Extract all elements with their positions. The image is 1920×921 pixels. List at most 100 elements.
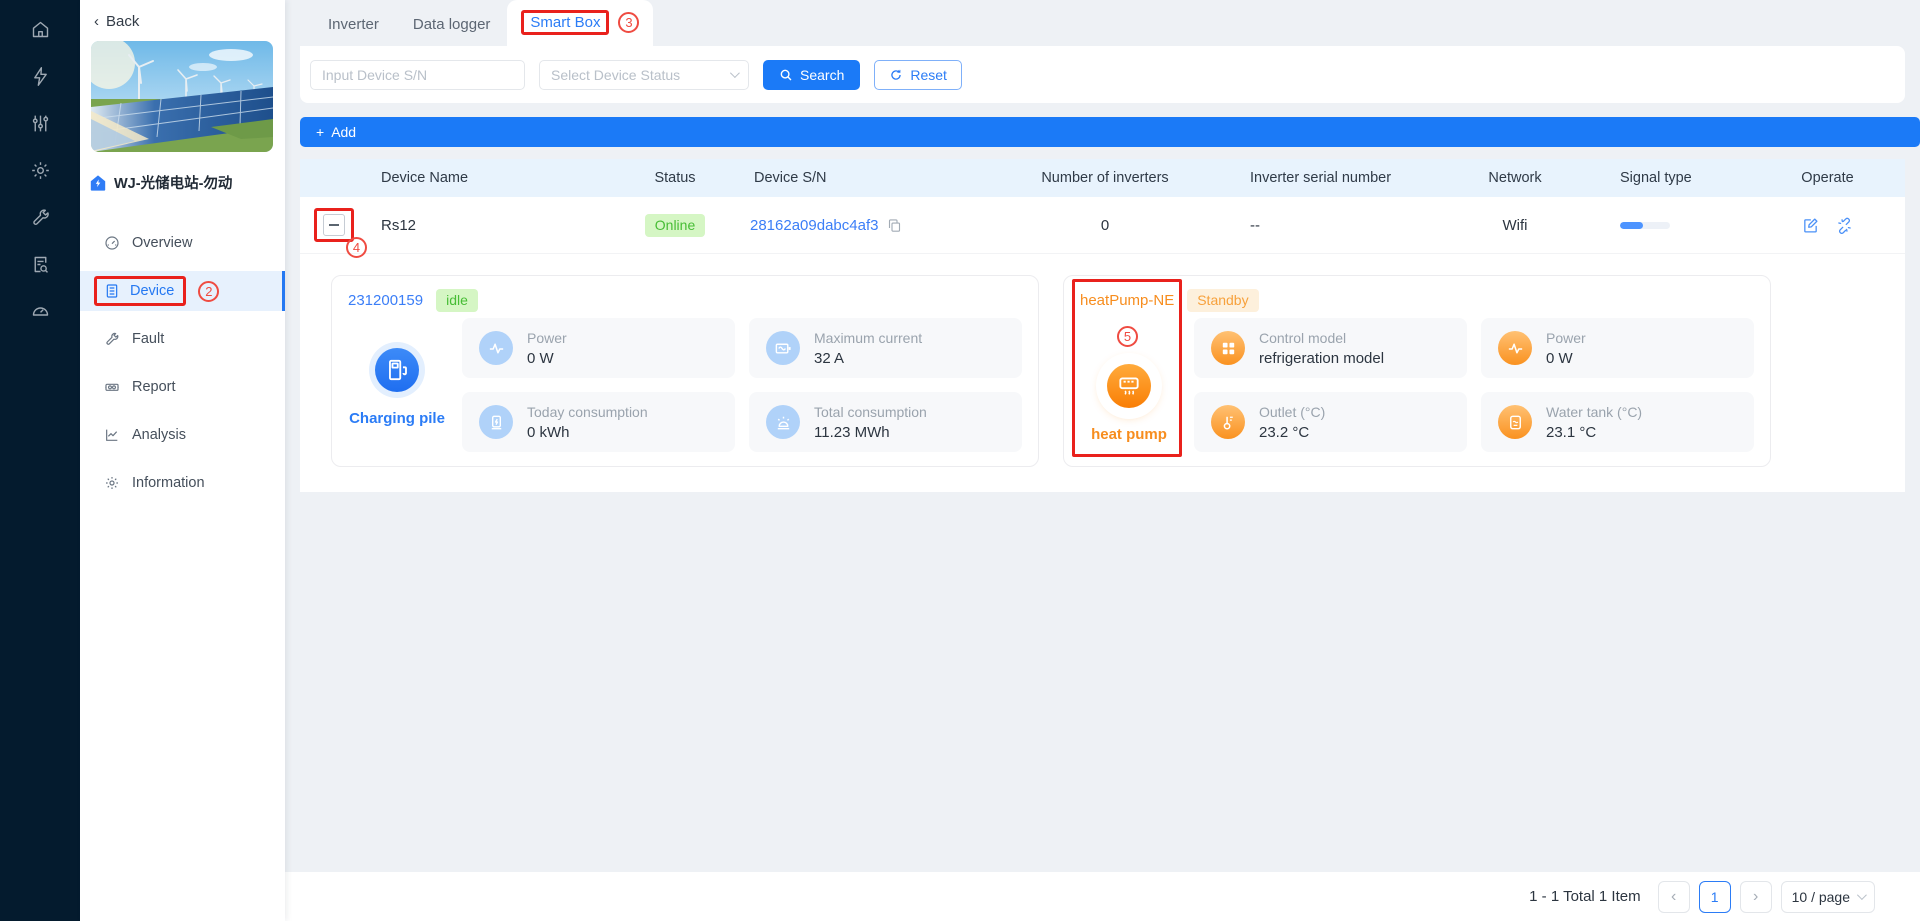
search-icon bbox=[779, 68, 793, 82]
page-size-select[interactable]: 10 / page bbox=[1781, 881, 1875, 913]
sidebar-item-label: Analysis bbox=[132, 427, 186, 443]
stat-total-consumption: Total consumption11.23 MWh bbox=[749, 392, 1022, 452]
page-number: 1 bbox=[1711, 889, 1719, 905]
sidebar-item-analysis[interactable]: Analysis bbox=[80, 415, 285, 455]
stat-value: refrigeration model bbox=[1259, 350, 1384, 367]
column-inverter-serial: Inverter serial number bbox=[1200, 170, 1445, 186]
station-name: WJ-光储电站-勿动 bbox=[114, 172, 232, 193]
prev-page-button[interactable]: ‹ bbox=[1658, 881, 1690, 913]
file-search-icon[interactable] bbox=[0, 241, 80, 288]
main-content: Inverter Data logger Smart Box 3 Select … bbox=[285, 0, 1920, 921]
sliders-icon[interactable] bbox=[0, 100, 80, 147]
stat-label: Water tank (°C) bbox=[1546, 404, 1642, 420]
current-meter-icon bbox=[766, 331, 800, 365]
device-type-tabs: Inverter Data logger Smart Box 3 bbox=[285, 0, 1920, 46]
sidebar-item-report[interactable]: Report bbox=[80, 367, 285, 407]
reset-button[interactable]: Reset bbox=[874, 60, 962, 90]
stat-grid: Power 0 W Maximum current32 A Today consu… bbox=[462, 318, 1022, 452]
card-header: heatPump-NE Standby bbox=[1064, 288, 1754, 312]
sidebar-menu: Overview Device 2 Fault Report Analysis bbox=[80, 223, 285, 503]
gear-icon[interactable] bbox=[0, 147, 80, 194]
column-operate: Operate bbox=[1750, 170, 1905, 186]
operate-cell bbox=[1750, 217, 1905, 234]
stat-label: Power bbox=[527, 330, 567, 346]
gauge-icon[interactable] bbox=[0, 288, 80, 335]
tab-smart-box[interactable]: Smart Box 3 bbox=[507, 0, 653, 46]
sidebar-item-fault[interactable]: Fault bbox=[80, 319, 285, 359]
page-size-value: 10 / page bbox=[1792, 889, 1850, 905]
sidebar-item-overview[interactable]: Overview bbox=[80, 223, 285, 263]
card-body: heat pump Control model refrigeration mod… bbox=[1064, 318, 1754, 452]
table-header: Device Name Status Device S/N Number of … bbox=[300, 159, 1905, 197]
annotation-box-device: Device bbox=[94, 276, 186, 306]
pagination-bar: 1 - 1 Total 1 Item ‹ 1 › 10 / page bbox=[285, 872, 1920, 921]
stat-value: 23.2 °C bbox=[1259, 424, 1325, 441]
stat-grid: Control model refrigeration model Power0 … bbox=[1194, 318, 1754, 452]
stat-label: Today consumption bbox=[527, 404, 648, 420]
station-photo bbox=[91, 41, 273, 152]
stat-label: Control model bbox=[1259, 330, 1384, 346]
stat-value: 0 W bbox=[527, 350, 567, 367]
annotation-badge-4: 4 bbox=[346, 237, 367, 258]
search-button[interactable]: Search bbox=[763, 60, 860, 90]
tab-label: Smart Box bbox=[530, 14, 600, 31]
device-status-select[interactable]: Select Device Status bbox=[539, 60, 749, 90]
device-type-label: heat pump bbox=[1091, 426, 1167, 443]
icon-rail bbox=[0, 0, 80, 921]
add-button[interactable]: + Add bbox=[300, 117, 1920, 147]
chevron-down-icon bbox=[730, 68, 740, 78]
sidebar-item-information[interactable]: Information bbox=[80, 463, 285, 503]
device-list-icon bbox=[104, 283, 120, 299]
stat-label: Outlet (°C) bbox=[1259, 404, 1325, 420]
unbind-link-icon[interactable] bbox=[1836, 217, 1853, 234]
stat-label: Maximum current bbox=[814, 330, 922, 346]
device-sn-link[interactable]: 28162a09dabc4af3 bbox=[750, 217, 878, 234]
inverter-serial-cell: -- bbox=[1200, 217, 1445, 234]
page-1-button[interactable]: 1 bbox=[1699, 881, 1731, 913]
pagination-summary: 1 - 1 Total 1 Item bbox=[1529, 888, 1640, 905]
select-placeholder: Select Device Status bbox=[551, 67, 680, 83]
add-button-label: Add bbox=[331, 124, 356, 140]
app-window: ‹ Back bbox=[0, 0, 1920, 921]
device-sn-cell: 28162a09dabc4af3 bbox=[750, 217, 1010, 234]
stat-maximum-current: Maximum current32 A bbox=[749, 318, 1022, 378]
sidebar-item-label: Device bbox=[130, 283, 174, 299]
edit-icon[interactable] bbox=[1802, 217, 1819, 234]
table-row: 4 Rs12 Online 28162a09dabc4af3 0 -- Wifi bbox=[300, 197, 1905, 254]
home-icon[interactable] bbox=[0, 6, 80, 53]
device-card-charging-pile: 231200159 idle Charging pile bbox=[331, 275, 1039, 467]
network-cell: Wifi bbox=[1445, 217, 1585, 234]
pulse-icon bbox=[479, 331, 513, 365]
grid-mode-icon bbox=[1211, 331, 1245, 365]
column-device-name: Device Name bbox=[354, 170, 600, 186]
annotation-badge-5: 5 bbox=[1117, 326, 1138, 347]
stat-power: Power0 W bbox=[1481, 318, 1754, 378]
information-gear-icon bbox=[104, 475, 120, 491]
card-header: 231200159 idle bbox=[332, 288, 1022, 312]
tab-data-logger[interactable]: Data logger bbox=[396, 4, 508, 46]
back-button[interactable]: ‹ Back bbox=[80, 0, 285, 30]
status-badge: Standby bbox=[1187, 289, 1258, 312]
tab-inverter[interactable]: Inverter bbox=[311, 4, 396, 46]
content-spacer bbox=[285, 492, 1920, 872]
tab-label: Inverter bbox=[328, 16, 379, 33]
inverter-count-cell: 0 bbox=[1010, 217, 1200, 234]
collapse-row-button[interactable] bbox=[323, 214, 345, 236]
sidebar-item-device[interactable]: Device 2 bbox=[80, 271, 285, 311]
stat-label: Power bbox=[1546, 330, 1586, 346]
bolt-icon[interactable] bbox=[0, 53, 80, 100]
column-status: Status bbox=[600, 170, 750, 186]
status-cell: Online bbox=[600, 214, 750, 237]
report-icon bbox=[104, 379, 120, 395]
stat-outlet-temp: Outlet (°C) 23.2 °C bbox=[1194, 392, 1467, 452]
annotation-badge-2: 2 bbox=[198, 281, 219, 302]
sidebar-item-label: Information bbox=[132, 475, 205, 491]
device-id-link[interactable]: 231200159 bbox=[348, 292, 423, 309]
device-id-label: heatPump-NE bbox=[1080, 292, 1174, 309]
signal-cell bbox=[1585, 222, 1750, 229]
next-page-button[interactable]: › bbox=[1740, 881, 1772, 913]
device-sn-input[interactable] bbox=[310, 60, 525, 90]
wrench-icon[interactable] bbox=[0, 194, 80, 241]
expand-cell: 4 bbox=[300, 197, 354, 253]
copy-icon[interactable] bbox=[887, 218, 902, 233]
